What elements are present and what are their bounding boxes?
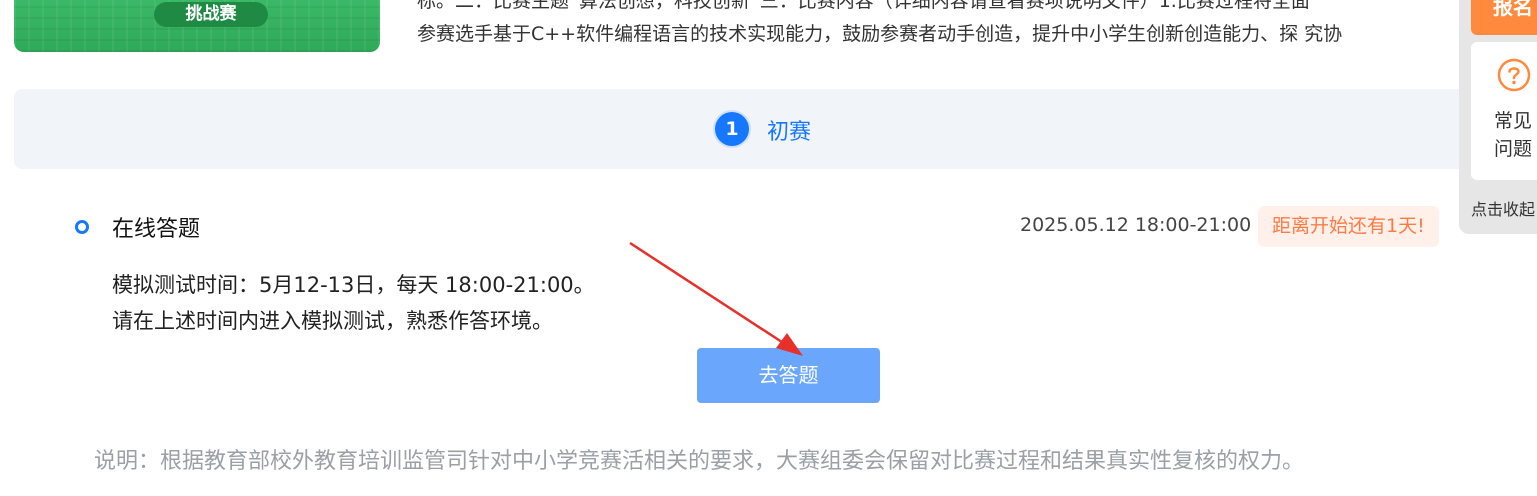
faq-label: 常见问题 bbox=[1494, 110, 1533, 160]
banner-pill: 挑战赛 bbox=[154, 2, 268, 27]
task-time: 2025.05.12 18:00-21:00 bbox=[1020, 214, 1252, 236]
bullet-dot-icon bbox=[75, 220, 89, 234]
annotation-arrow bbox=[629, 241, 803, 356]
stage-number-badge: 1 bbox=[715, 112, 749, 146]
signup-button[interactable]: 报名 bbox=[1471, 0, 1537, 35]
intro-text-line: 参赛选手基于C++软件编程语言的技术实现能力，鼓励参赛者动手创造，提升中小学生创… bbox=[417, 23, 1343, 45]
countdown-badge: 距离开始还有1天! bbox=[1258, 206, 1439, 247]
banner-image[interactable]: 挑战赛 bbox=[14, 0, 380, 52]
task-description-line: 模拟测试时间：5月12-13日，每天 18:00-21:00。 bbox=[112, 273, 595, 297]
task-title: 在线答题 bbox=[112, 217, 201, 242]
collapse-button[interactable]: 点击收起 bbox=[1471, 196, 1535, 220]
go-answer-button[interactable]: 去答题 bbox=[697, 348, 880, 403]
disclaimer-note: 说明：根据教育部校外教育培训监管司针对中小学竞赛活相关的要求，大赛组委会保留对比… bbox=[94, 449, 1305, 474]
intro-text-line: 标。二：比赛主题“算法创想，科技创新”三：比赛内容（详细内容请查看赛项说明文件）… bbox=[417, 0, 1310, 12]
stage-label[interactable]: 初赛 bbox=[767, 114, 811, 146]
task-description-line: 请在上述时间内进入模拟测试，熟悉作答环境。 bbox=[112, 309, 553, 333]
question-circle-icon bbox=[1497, 58, 1531, 92]
